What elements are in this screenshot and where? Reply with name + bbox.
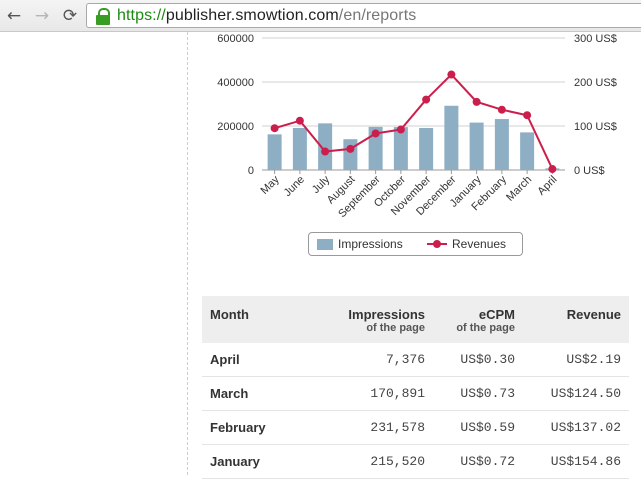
- revenues-point[interactable]: [295, 116, 304, 125]
- forward-icon[interactable]: →: [32, 6, 52, 26]
- cell-ecpm: US$0.73: [433, 376, 523, 411]
- impressions-bar[interactable]: [343, 139, 358, 170]
- revenues-point[interactable]: [548, 165, 557, 174]
- right-axis-tick-label: 300 US$: [574, 33, 617, 45]
- left-axis-tick-label: 200000: [217, 121, 254, 133]
- cell-revenue: US$154.86: [523, 444, 629, 479]
- revenues-point[interactable]: [396, 125, 405, 134]
- table-row: April 7,376 US$0.30 US$2.19: [202, 343, 629, 377]
- impressions-bar[interactable]: [267, 134, 282, 170]
- report-table: Month Impressions of the page eCPM of th…: [202, 296, 629, 479]
- table-row: January 215,520 US$0.72 US$154.86: [202, 444, 629, 479]
- browser-toolbar: ← → ⟳ https://publisher.smowtion.com/en/…: [0, 0, 641, 32]
- table-row: March 170,891 US$0.73 US$124.50: [202, 376, 629, 411]
- revenues-point[interactable]: [321, 147, 330, 156]
- address-bar[interactable]: https://publisher.smowtion.com/en/report…: [86, 3, 641, 28]
- table-header-row: Month Impressions of the page eCPM of th…: [202, 296, 629, 343]
- legend-item-revenues[interactable]: Revenues: [427, 237, 506, 251]
- chart-legend: Impressions Revenues: [308, 232, 523, 256]
- revenues-point[interactable]: [472, 97, 481, 106]
- cell-month: January: [202, 444, 298, 479]
- back-icon[interactable]: ←: [4, 6, 24, 26]
- impressions-bar[interactable]: [520, 132, 535, 170]
- cell-month: February: [202, 410, 298, 445]
- cell-month: April: [202, 343, 298, 377]
- url-path: /en/reports: [338, 6, 417, 24]
- revenues-point[interactable]: [270, 124, 279, 133]
- revenues-point[interactable]: [447, 70, 456, 79]
- revenues-point[interactable]: [497, 105, 506, 114]
- right-axis-tick-label: 0 US$: [574, 165, 605, 177]
- legend-label-impressions: Impressions: [338, 237, 403, 251]
- cell-ecpm: US$0.30: [433, 343, 523, 377]
- cell-impressions: 231,578: [298, 410, 433, 445]
- revenues-point[interactable]: [523, 111, 532, 120]
- x-axis-tick-label: March: [504, 174, 534, 204]
- x-axis-tick-label: April: [535, 174, 559, 198]
- cell-ecpm: US$0.72: [433, 444, 523, 479]
- impressions-bar[interactable]: [494, 119, 509, 170]
- cell-impressions: 215,520: [298, 444, 433, 479]
- table-row: February 231,578 US$0.59 US$137.02: [202, 410, 629, 445]
- revenues-point[interactable]: [346, 144, 355, 153]
- header-impressions[interactable]: Impressions of the page: [298, 296, 433, 343]
- cell-revenue: US$2.19: [523, 343, 629, 377]
- legend-swatch-revenues: [427, 238, 447, 250]
- right-axis-tick-label: 100 US$: [574, 121, 617, 133]
- cell-month: March: [202, 376, 298, 411]
- revenues-point[interactable]: [371, 129, 380, 138]
- legend-swatch-impressions: [317, 238, 333, 250]
- legend-item-impressions[interactable]: Impressions: [317, 237, 403, 251]
- left-axis-tick-label: 0: [248, 165, 254, 177]
- right-axis-tick-label: 200 US$: [574, 77, 617, 89]
- cell-impressions: 7,376: [298, 343, 433, 377]
- left-axis-tick-label: 600000: [217, 33, 254, 45]
- cell-revenue: US$124.50: [523, 376, 629, 411]
- impressions-bar[interactable]: [469, 122, 484, 170]
- url-host: publisher.smowtion.com: [165, 6, 339, 24]
- revenues-line: [274, 73, 554, 170]
- url-text[interactable]: https://publisher.smowtion.com/en/report…: [117, 7, 416, 25]
- header-month[interactable]: Month: [202, 296, 298, 343]
- cell-ecpm: US$0.59: [433, 410, 523, 445]
- legend-label-revenues: Revenues: [452, 237, 507, 251]
- reports-chart: 0 200000 400000 600000 0 US$ 100 US$ 200 US$ 30…: [217, 33, 617, 220]
- lock-icon: [95, 7, 111, 25]
- revenues-point[interactable]: [422, 95, 431, 104]
- impressions-bar[interactable]: [393, 127, 408, 170]
- impressions-bar[interactable]: [444, 105, 459, 170]
- url-scheme: https://: [117, 6, 166, 24]
- left-axis-tick-label: 400000: [217, 77, 254, 89]
- header-revenue[interactable]: Revenue: [523, 296, 629, 343]
- reload-icon[interactable]: ⟳: [60, 6, 80, 26]
- cell-impressions: 170,891: [298, 376, 433, 411]
- x-axis-tick-label: May: [259, 173, 283, 197]
- cell-revenue: US$137.02: [523, 410, 629, 445]
- impressions-bar[interactable]: [419, 127, 434, 170]
- impressions-bar[interactable]: [292, 127, 307, 170]
- x-axis-tick-label: June: [282, 174, 307, 199]
- header-ecpm[interactable]: eCPM of the page: [433, 296, 523, 343]
